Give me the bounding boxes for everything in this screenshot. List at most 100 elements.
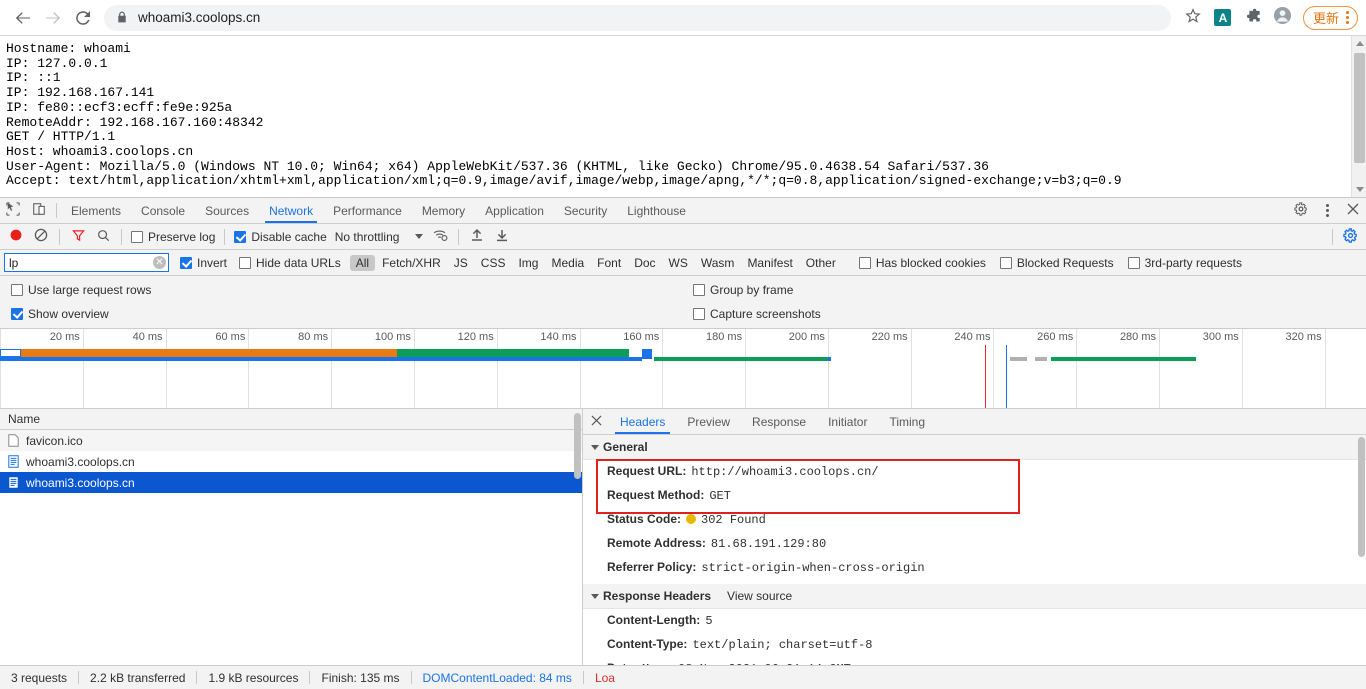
filter-type-fetch-xhr[interactable]: Fetch/XHR xyxy=(376,255,447,271)
import-har-button[interactable] xyxy=(465,226,489,248)
clear-input-icon[interactable]: ✕ xyxy=(153,256,166,269)
address-bar[interactable]: whoami3.coolops.cn xyxy=(104,4,1171,31)
overview-band xyxy=(0,357,642,361)
disable-cache-checkbox[interactable]: Disable cache xyxy=(231,230,329,244)
filter-input[interactable]: lp ✕ xyxy=(4,253,169,272)
invert-checkbox[interactable]: Invert xyxy=(177,256,230,270)
table-row[interactable]: whoami3.coolops.cn xyxy=(0,451,582,472)
filter-toggle-button[interactable] xyxy=(66,226,90,248)
back-button[interactable] xyxy=(8,3,38,33)
scroll-down-icon[interactable] xyxy=(1352,182,1366,197)
blocked-requests-label: Blocked Requests xyxy=(1016,255,1114,270)
clear-button[interactable] xyxy=(29,226,53,248)
filter-type-ws[interactable]: WS xyxy=(663,255,694,271)
preserve-log-label: Preserve log xyxy=(148,229,216,244)
group-by-frame-checkbox[interactable]: Group by frame xyxy=(690,283,796,297)
search-button[interactable] xyxy=(91,226,115,248)
tab-sources[interactable]: Sources xyxy=(195,198,259,223)
tab-memory[interactable]: Memory xyxy=(412,198,475,223)
bookmark-button[interactable] xyxy=(1179,4,1207,32)
general-section-header[interactable]: General xyxy=(583,435,1366,460)
reload-button[interactable] xyxy=(68,3,98,33)
network-settings-button[interactable] xyxy=(1338,226,1362,248)
details-tab-response[interactable]: Response xyxy=(741,409,817,434)
page-body-text: Hostname: whoami IP: 127.0.0.1 IP: ::1 I… xyxy=(6,41,1122,189)
view-source-button[interactable]: View source xyxy=(727,589,792,603)
third-party-requests-checkbox[interactable]: 3rd-party requests xyxy=(1125,256,1245,270)
tab-security[interactable]: Security xyxy=(554,198,617,223)
filter-type-media[interactable]: Media xyxy=(545,255,590,271)
has-blocked-cookies-checkbox[interactable]: Has blocked cookies xyxy=(856,256,989,270)
extension-a-button[interactable]: A xyxy=(1209,4,1237,32)
request-list-scroll-thumb[interactable] xyxy=(574,413,581,479)
general-row-remote-address: Remote Address: 81.68.191.129:80 xyxy=(583,532,1366,556)
table-row[interactable]: whoami3.coolops.cn xyxy=(0,472,582,493)
tab-console[interactable]: Console xyxy=(131,198,195,223)
request-list-header[interactable]: Name xyxy=(0,409,582,430)
details-tab-headers[interactable]: Headers xyxy=(609,409,676,434)
tab-elements[interactable]: Elements xyxy=(61,198,131,223)
close-details-button[interactable] xyxy=(583,409,609,434)
table-row[interactable]: favicon.ico xyxy=(0,430,582,451)
show-overview-checkbox[interactable]: Show overview xyxy=(8,307,690,321)
network-settings-rows: Use large request rows Group by frame Sh… xyxy=(0,276,1366,329)
kebab-menu-icon[interactable] xyxy=(1342,11,1353,24)
section-label: General xyxy=(603,440,648,454)
filter-type-css[interactable]: CSS xyxy=(475,255,512,271)
devtools-settings-button[interactable] xyxy=(1288,202,1314,219)
close-icon xyxy=(1347,203,1359,218)
overview-tick-label: 280 ms xyxy=(1119,331,1157,343)
inspect-element-button[interactable] xyxy=(0,198,26,223)
tab-application[interactable]: Application xyxy=(475,198,554,223)
details-tab-preview[interactable]: Preview xyxy=(676,409,741,434)
response-headers-section-header[interactable]: Response Headers View source xyxy=(583,584,1366,609)
details-scrollbar[interactable] xyxy=(1357,435,1366,665)
update-button[interactable]: 更新 xyxy=(1302,5,1358,30)
tab-label: Application xyxy=(485,203,544,218)
page-scrollbar[interactable] xyxy=(1351,36,1366,197)
checkbox-box xyxy=(234,230,247,243)
details-scroll-thumb[interactable] xyxy=(1358,437,1365,557)
filter-type-wasm[interactable]: Wasm xyxy=(695,255,741,271)
capture-screenshots-checkbox[interactable]: Capture screenshots xyxy=(690,307,824,321)
filter-type-all[interactable]: All xyxy=(349,254,376,271)
import-har-icon xyxy=(470,228,484,245)
details-tab-initiator[interactable]: Initiator xyxy=(817,409,878,434)
throttling-dropdown[interactable]: No throttling xyxy=(331,230,428,244)
page-scroll-thumb[interactable] xyxy=(1354,53,1365,163)
tab-performance[interactable]: Performance xyxy=(323,198,412,223)
network-body: Name favicon.ico whoami3.coolops.cn whoa… xyxy=(0,409,1366,665)
tab-lighthouse[interactable]: Lighthouse xyxy=(617,198,696,223)
hide-data-urls-checkbox[interactable]: Hide data URLs xyxy=(236,256,344,270)
profile-button[interactable] xyxy=(1269,4,1297,32)
filter-type-img[interactable]: Img xyxy=(512,255,544,271)
record-button[interactable] xyxy=(4,226,28,248)
device-toolbar-button[interactable] xyxy=(26,198,52,223)
checkbox-box xyxy=(11,283,23,296)
filter-type-other[interactable]: Other xyxy=(800,255,842,271)
filter-type-js[interactable]: JS xyxy=(448,255,474,271)
network-overview-timeline[interactable]: 20 ms 40 ms 60 ms 80 ms 100 ms 120 ms 140 ms 16… xyxy=(0,329,1366,409)
filter-type-doc[interactable]: Doc xyxy=(628,255,661,271)
extensions-button[interactable] xyxy=(1239,4,1267,32)
chevron-down-icon xyxy=(591,593,599,599)
devtools-more-button[interactable] xyxy=(1314,204,1340,217)
filter-type-manifest[interactable]: Manifest xyxy=(741,255,798,271)
tab-label: Sources xyxy=(205,203,250,218)
overview-tick: 240 ms xyxy=(954,329,995,408)
filter-type-font[interactable]: Font xyxy=(591,255,627,271)
scroll-up-icon[interactable] xyxy=(1352,36,1366,51)
tab-network[interactable]: Network xyxy=(259,198,323,223)
request-list-scrollbar[interactable] xyxy=(573,409,582,665)
details-tab-timing[interactable]: Timing xyxy=(878,409,936,434)
preserve-log-checkbox[interactable]: Preserve log xyxy=(128,230,218,244)
overview-tick-label: 20 ms xyxy=(49,331,80,343)
profile-avatar-icon xyxy=(1273,6,1292,30)
blocked-requests-checkbox[interactable]: Blocked Requests xyxy=(997,256,1117,270)
network-conditions-button[interactable] xyxy=(428,226,452,248)
export-har-button[interactable] xyxy=(490,226,514,248)
use-large-rows-checkbox[interactable]: Use large request rows xyxy=(8,283,690,297)
overview-tick: 40 ms xyxy=(133,329,167,408)
devtools-close-button[interactable] xyxy=(1340,203,1366,218)
forward-button[interactable] xyxy=(38,3,68,33)
